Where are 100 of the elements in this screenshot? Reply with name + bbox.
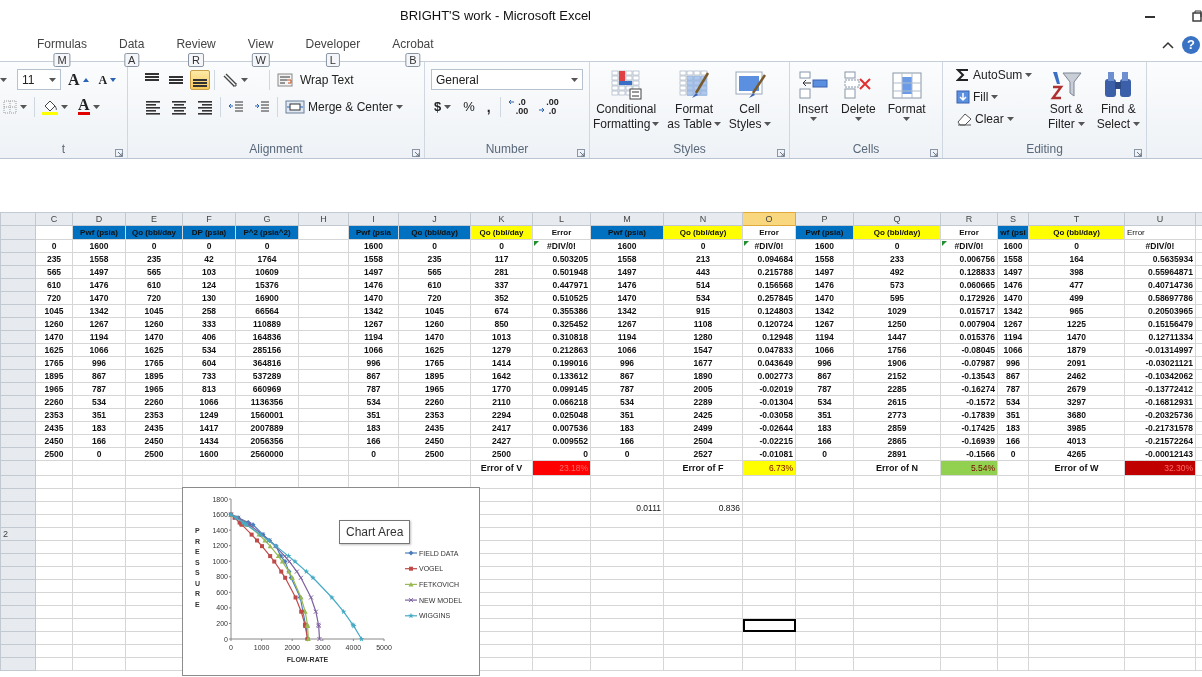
table-cell: 1625 bbox=[125, 343, 183, 357]
table-cell: 1625 bbox=[35, 343, 73, 357]
group-label: Alignment bbox=[249, 142, 303, 156]
table-cell: 565 bbox=[398, 265, 471, 279]
table-cell: 1194 bbox=[795, 330, 854, 344]
tooltip: Chart Area bbox=[339, 520, 411, 544]
table-cell: -0.16274 bbox=[940, 382, 998, 396]
table-cell: 0.060665 bbox=[940, 278, 998, 292]
table-cell: 1417 bbox=[182, 421, 236, 435]
table-cell: 0.120724 bbox=[742, 317, 796, 331]
table-cell: 0.199016 bbox=[532, 356, 591, 370]
table-cell: 0.015717 bbox=[940, 304, 998, 318]
key-tip: L bbox=[325, 53, 340, 67]
table-cell: 1600 bbox=[590, 239, 664, 253]
table-cell: 0 bbox=[125, 239, 183, 253]
table-cell: -0.21731578 bbox=[1124, 421, 1196, 435]
table-cell: 166 bbox=[348, 434, 399, 448]
table-cell: 2450 bbox=[125, 434, 183, 448]
table-cell: 1470 bbox=[590, 291, 664, 305]
table-cell: 398 bbox=[1028, 265, 1125, 279]
table-cell: 2353 bbox=[125, 408, 183, 422]
window-title: BRIGHT'S work - Microsoft Excel bbox=[400, 7, 591, 26]
table-cell: 0.133612 bbox=[532, 369, 591, 383]
table-cell: 0.002773 bbox=[742, 369, 796, 383]
table-cell: 1194 bbox=[590, 330, 664, 344]
table-cell: 15376 bbox=[235, 278, 299, 292]
table-cell: 610 bbox=[35, 278, 73, 292]
table-cell: 166 bbox=[72, 434, 126, 448]
table-cell: 0.128833 bbox=[940, 265, 998, 279]
table-cell: 1260 bbox=[35, 317, 73, 331]
table-cell: 787 bbox=[590, 382, 664, 396]
table-cell: 285156 bbox=[235, 343, 299, 357]
table-cell: 1066 bbox=[348, 343, 399, 357]
table-cell: 0.12948 bbox=[742, 330, 796, 344]
table-cell: 1756 bbox=[853, 343, 941, 357]
table-cell: 0 bbox=[235, 239, 299, 253]
table-cell: 213 bbox=[663, 252, 743, 266]
table-cell: 4013 bbox=[1028, 434, 1125, 448]
table-cell: 281 bbox=[470, 265, 533, 279]
key-tip: M bbox=[53, 53, 71, 67]
table-cell: 333 bbox=[182, 317, 236, 331]
group-label: Cells bbox=[852, 142, 880, 156]
table-cell: -0.08045 bbox=[940, 343, 998, 357]
table-cell: 996 bbox=[72, 356, 126, 370]
table-cell: 166 bbox=[795, 434, 854, 448]
table-cell: 537289 bbox=[235, 369, 299, 383]
table-cell: 1764 bbox=[235, 252, 299, 266]
table-cell: -0.1566 bbox=[940, 447, 998, 461]
table-cell: 733 bbox=[182, 369, 236, 383]
table-cell: 0.015376 bbox=[940, 330, 998, 344]
table-cell: 183 bbox=[997, 421, 1029, 435]
table-cell: 1600 bbox=[795, 239, 854, 253]
table-cell: 1267 bbox=[795, 317, 854, 331]
table-cell: #DIV/0! bbox=[742, 239, 796, 253]
table-cell: 1600 bbox=[997, 239, 1029, 253]
table-cell: 1045 bbox=[35, 304, 73, 318]
table-cell: 2435 bbox=[125, 421, 183, 435]
table-cell: 867 bbox=[997, 369, 1029, 383]
table-cell: 0 bbox=[398, 239, 471, 253]
table-cell: 0.043649 bbox=[742, 356, 796, 370]
table-cell: 0.0111 bbox=[590, 501, 664, 515]
table-cell: 124 bbox=[182, 278, 236, 292]
table-cell: 1108 bbox=[663, 317, 743, 331]
table-cell: 0 bbox=[590, 447, 664, 461]
table-cell: 2450 bbox=[398, 434, 471, 448]
table-cell: 1225 bbox=[1028, 317, 1125, 331]
table-cell: 604 bbox=[182, 356, 236, 370]
label-cell: Error of N bbox=[853, 460, 941, 476]
table-cell: 1625 bbox=[398, 343, 471, 357]
table-cell: 0 bbox=[182, 239, 236, 253]
table-cell: 1470 bbox=[795, 291, 854, 305]
table-cell: 1470 bbox=[35, 330, 73, 344]
table-cell: 0.40714736 bbox=[1124, 278, 1196, 292]
table-cell: 1260 bbox=[125, 317, 183, 331]
table-cell: 1342 bbox=[348, 304, 399, 318]
table-cell: 0.009552 bbox=[532, 434, 591, 448]
table-cell: 867 bbox=[795, 369, 854, 383]
table-cell: 1267 bbox=[72, 317, 126, 331]
table-cell: 351 bbox=[795, 408, 854, 422]
table-cell: 1558 bbox=[348, 252, 399, 266]
table-cell: 2450 bbox=[35, 434, 73, 448]
table-cell: 0.124803 bbox=[742, 304, 796, 318]
table-cell: 534 bbox=[997, 395, 1029, 409]
table-cell: 1476 bbox=[72, 278, 126, 292]
table-cell: 2527 bbox=[663, 447, 743, 461]
table-cell: -0.02644 bbox=[742, 421, 796, 435]
table-cell: 787 bbox=[348, 382, 399, 396]
table-cell: 1260 bbox=[398, 317, 471, 331]
table-cell: -0.16939 bbox=[940, 434, 998, 448]
table-cell: 867 bbox=[590, 369, 664, 383]
table-cell: 1558 bbox=[590, 252, 664, 266]
table-cell: 1342 bbox=[72, 304, 126, 318]
table-cell: 2152 bbox=[853, 369, 941, 383]
table-cell: 0.006756 bbox=[940, 252, 998, 266]
table-cell: -0.03021121 bbox=[1124, 356, 1196, 370]
table-cell: 351 bbox=[997, 408, 1029, 422]
table-cell: 965 bbox=[1028, 304, 1125, 318]
table-cell: 0.355386 bbox=[532, 304, 591, 318]
table-cell: 1600 bbox=[182, 447, 236, 461]
table-cell: 787 bbox=[795, 382, 854, 396]
